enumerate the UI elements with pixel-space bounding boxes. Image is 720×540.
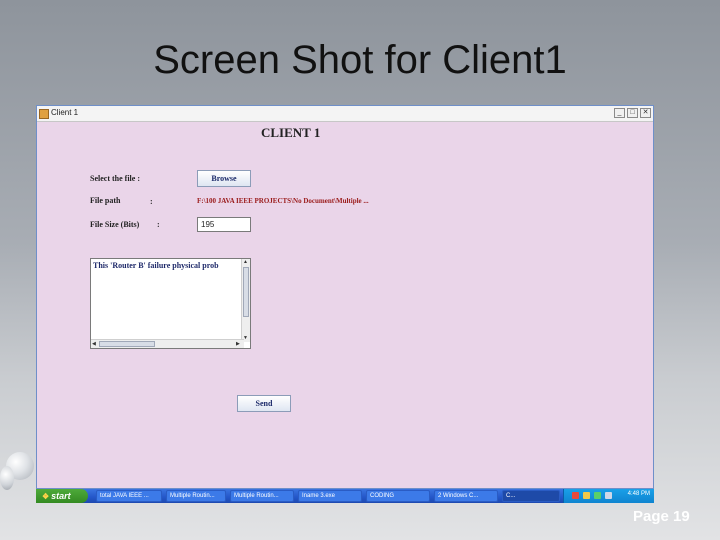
- windows-flag-icon: ❖: [42, 492, 50, 501]
- maximize-button[interactable]: □: [627, 108, 638, 118]
- window-titlebar[interactable]: Client 1 _ □ ✕: [37, 106, 653, 122]
- file-content-text: This 'Router B' failure physical prob: [93, 261, 219, 270]
- tray-clock[interactable]: 4:48 PM: [628, 491, 650, 497]
- file-path-label: File path: [90, 196, 121, 205]
- window-title: Client 1: [51, 108, 79, 117]
- tray-network-icon[interactable]: [583, 492, 590, 499]
- file-path-value: F:\100 JAVA IEEE PROJECTS\No Document\Mu…: [197, 197, 369, 205]
- send-button[interactable]: Send: [237, 395, 291, 412]
- scroll-up-icon[interactable]: ▲: [243, 259, 248, 266]
- slide-title: Screen Shot for Client1: [153, 38, 567, 82]
- select-file-label: Select the file :: [90, 174, 140, 183]
- file-size-label: File Size (Bits): [90, 220, 140, 229]
- java-app-icon: [39, 109, 49, 119]
- file-size-colon: :: [157, 220, 160, 229]
- scroll-right-icon[interactable]: ▶: [236, 340, 240, 348]
- start-button[interactable]: ❖ start: [36, 489, 88, 503]
- tray-alert-icon[interactable]: [572, 492, 579, 499]
- close-button[interactable]: ✕: [640, 108, 651, 118]
- taskbar-item[interactable]: Multiple Routin...: [230, 490, 294, 502]
- file-size-input[interactable]: [197, 217, 251, 232]
- start-label: start: [51, 491, 71, 501]
- decorative-sphere-small: [0, 466, 14, 490]
- vertical-scrollbar[interactable]: ▲ ▼: [241, 259, 250, 342]
- taskbar-item-active[interactable]: C...: [502, 490, 560, 502]
- tray-security-icon[interactable]: [594, 492, 601, 499]
- taskbar-item[interactable]: total JAVA IEEE ...: [96, 490, 162, 502]
- taskbar-item[interactable]: Multiple Routin...: [166, 490, 226, 502]
- file-path-colon: :: [150, 197, 153, 206]
- page-number: Page 19: [633, 508, 690, 525]
- taskbar-item[interactable]: CODING: [366, 490, 430, 502]
- minimize-button[interactable]: _: [614, 108, 625, 118]
- taskbar-item[interactable]: Iname 3.exe: [298, 490, 362, 502]
- vertical-scroll-thumb[interactable]: [243, 267, 249, 317]
- browse-button[interactable]: Browse: [197, 170, 251, 187]
- scroll-left-icon[interactable]: ◀: [92, 340, 96, 348]
- file-content-textarea[interactable]: This 'Router B' failure physical prob ▲ …: [90, 258, 251, 349]
- horizontal-scrollbar[interactable]: ◀ ▶: [91, 339, 244, 348]
- taskbar: ❖ start total JAVA IEEE ... Multiple Rout…: [36, 489, 654, 503]
- client-window: Client 1 _ □ ✕ CLIENT 1 Select the file …: [36, 105, 654, 489]
- horizontal-scroll-thumb[interactable]: [99, 341, 155, 347]
- tray-volume-icon[interactable]: [605, 492, 612, 499]
- system-tray: 4:48 PM: [563, 489, 654, 503]
- taskbar-item[interactable]: 2 Windows C...: [434, 490, 498, 502]
- form-heading: CLIENT 1: [261, 125, 321, 140]
